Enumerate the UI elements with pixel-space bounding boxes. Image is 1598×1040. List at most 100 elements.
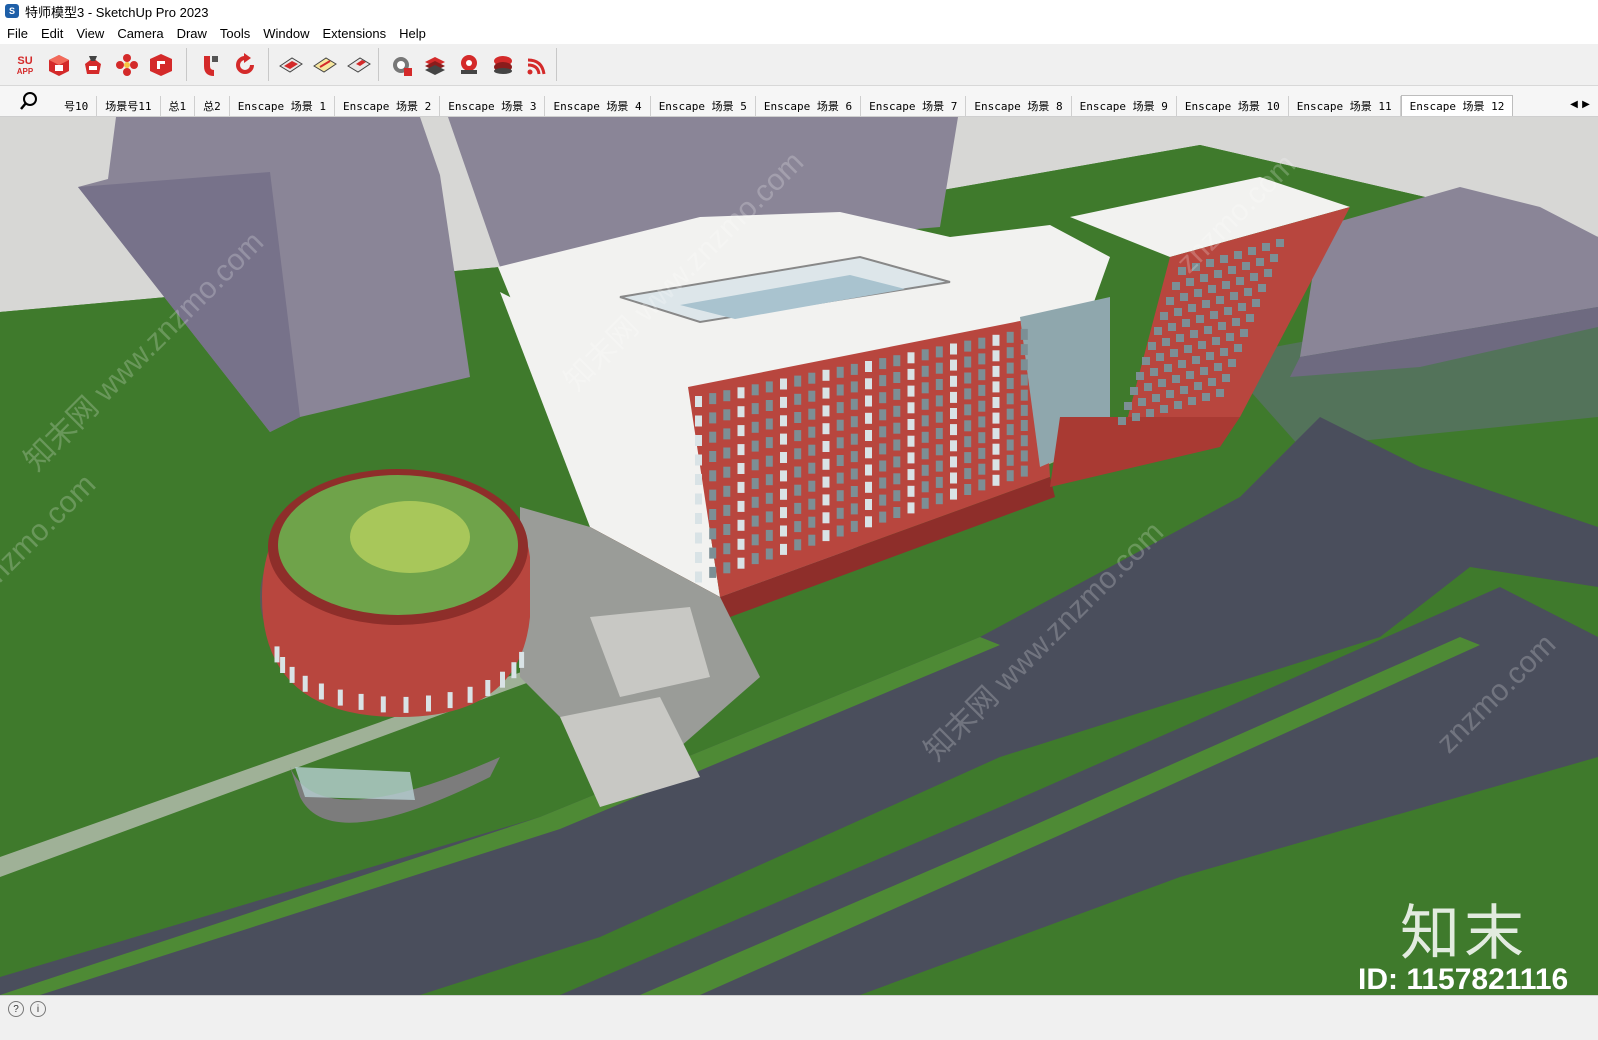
gear-stack-button[interactable] [454, 50, 484, 80]
window-pane [893, 355, 901, 367]
window-pane [836, 507, 844, 519]
window-pane [1276, 239, 1284, 247]
window-pane [794, 521, 802, 533]
window-pane [1244, 288, 1252, 296]
scene-tab[interactable]: Enscape 场景 10 [1177, 96, 1289, 116]
scroll-right-icon[interactable]: ▶ [1580, 96, 1592, 112]
menu-window[interactable]: Window [256, 26, 315, 41]
window-pane [850, 451, 858, 463]
menu-camera[interactable]: Camera [110, 26, 169, 41]
scroll-left-icon[interactable]: ◀ [1568, 96, 1580, 112]
section-fill-button[interactable] [310, 50, 340, 80]
window-pane [1006, 454, 1014, 466]
toolbar-group-tools [194, 47, 262, 82]
window-pane [921, 398, 929, 410]
scene-tab[interactable]: Enscape 场景 5 [651, 96, 756, 116]
scene-tab-active[interactable]: Enscape 场景 12 [1400, 95, 1514, 116]
settings-gear-button[interactable] [386, 50, 416, 80]
extension-warehouse-button[interactable] [78, 50, 108, 80]
scene-tab[interactable]: Enscape 场景 7 [861, 96, 967, 116]
book-button[interactable] [420, 50, 450, 80]
window-pane [1262, 243, 1270, 251]
window-pane [822, 423, 830, 435]
window-pane [765, 455, 773, 467]
menu-edit[interactable]: Edit [34, 26, 69, 41]
magnet-button[interactable] [196, 50, 226, 80]
window-pane [950, 408, 957, 419]
window-pane [879, 426, 887, 438]
menu-tools[interactable]: Tools [213, 26, 256, 41]
window-pane [1172, 282, 1180, 290]
window-pane [865, 412, 872, 424]
menu-view[interactable]: View [69, 26, 110, 41]
refresh-button[interactable] [230, 50, 260, 80]
window-pane [822, 441, 830, 452]
window-pane [865, 464, 872, 476]
window-pane [780, 470, 787, 482]
scene-tab[interactable]: 号10 [56, 96, 98, 116]
window-pane [921, 365, 929, 377]
layout-button[interactable] [146, 50, 176, 80]
rotunda-window [318, 683, 324, 700]
scene-tab[interactable]: 场景号11 [97, 96, 161, 116]
canopy-glass [295, 767, 415, 800]
window-pane [1222, 374, 1230, 382]
scene-tab[interactable]: Enscape 场景 8 [966, 96, 1072, 116]
window-pane [780, 543, 787, 555]
window-pane [1228, 359, 1236, 367]
window-pane [1188, 304, 1196, 312]
scene-tab[interactable]: Enscape 场景 6 [756, 96, 862, 116]
toolbar-separator [556, 48, 557, 81]
signal-button[interactable] [522, 50, 552, 80]
menu-draw[interactable]: Draw [170, 26, 213, 41]
window-pane [709, 412, 717, 424]
menu-help[interactable]: Help [392, 26, 432, 41]
window-pane [935, 460, 943, 472]
scene-tab[interactable]: Enscape 场景 3 [440, 96, 546, 116]
window-pane [751, 515, 759, 527]
window-pane [765, 548, 773, 560]
window-pane [893, 388, 901, 400]
window-pane [1020, 420, 1028, 431]
scene-tab[interactable]: Enscape 场景 1 [230, 96, 335, 116]
window-pane [950, 440, 957, 452]
signal-icon [527, 58, 546, 74]
window-pane [935, 411, 943, 423]
window-pane [1194, 289, 1202, 297]
window-pane [836, 419, 844, 431]
search-icon[interactable] [18, 90, 40, 112]
section-cut-button[interactable] [344, 50, 374, 80]
section-plane-button[interactable] [276, 50, 306, 80]
window-pane [907, 502, 915, 514]
rotunda-window [485, 680, 491, 696]
su-app-button[interactable]: SU APP [10, 50, 40, 80]
window-pane [850, 520, 858, 532]
window-pane [1168, 323, 1176, 331]
window-pane [780, 433, 787, 445]
window-pane [907, 402, 915, 414]
scene-tab[interactable]: 总1 [161, 96, 196, 116]
layers-button[interactable] [488, 50, 518, 80]
flower-button[interactable] [112, 50, 142, 80]
window-pane [808, 534, 816, 546]
window-pane [836, 366, 844, 378]
help-icon[interactable]: ? [8, 1001, 24, 1017]
window-pane [907, 485, 915, 497]
warehouse-button[interactable] [44, 50, 74, 80]
menu-extensions[interactable]: Extensions [316, 26, 393, 41]
model-viewport[interactable]: 知末网 www.znzmo.com znzmo.com 知末网 www.znzm… [0, 117, 1598, 995]
window-pane [964, 484, 972, 495]
window-pane [921, 448, 929, 460]
scene-tab[interactable]: 总2 [195, 96, 230, 116]
scene-tab[interactable]: Enscape 场景 11 [1289, 96, 1401, 116]
menu-file[interactable]: File [0, 26, 34, 41]
sketchup-app-icon: S [5, 4, 19, 18]
info-icon[interactable]: i [30, 1001, 46, 1017]
rotunda-window [511, 662, 517, 679]
scene-tab[interactable]: Enscape 场景 2 [335, 96, 441, 116]
scene-tab[interactable]: Enscape 场景 4 [545, 96, 651, 116]
rotunda-window [403, 696, 409, 713]
window-pane [907, 385, 915, 397]
window-pane [1224, 307, 1232, 315]
scene-tab[interactable]: Enscape 场景 9 [1072, 96, 1177, 116]
